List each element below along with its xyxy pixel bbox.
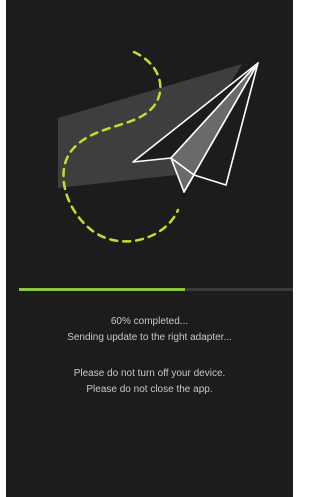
progress-bar xyxy=(19,288,293,291)
warning-power: Please do not turn off your device. xyxy=(73,368,226,379)
status-text: 60% completed... Sending update to the r… xyxy=(6,314,293,346)
paper-plane-illustration xyxy=(58,50,259,243)
progress-status-message: Sending update to the right adapter... xyxy=(67,332,232,343)
update-screen: 60% completed... Sending update to the r… xyxy=(6,0,293,497)
progress-fill xyxy=(19,288,186,291)
warning-text: Please do not turn off your device. Plea… xyxy=(6,366,293,398)
progress-status-percent: 60% completed... xyxy=(110,316,189,327)
warning-app: Please do not close the app. xyxy=(86,384,213,395)
